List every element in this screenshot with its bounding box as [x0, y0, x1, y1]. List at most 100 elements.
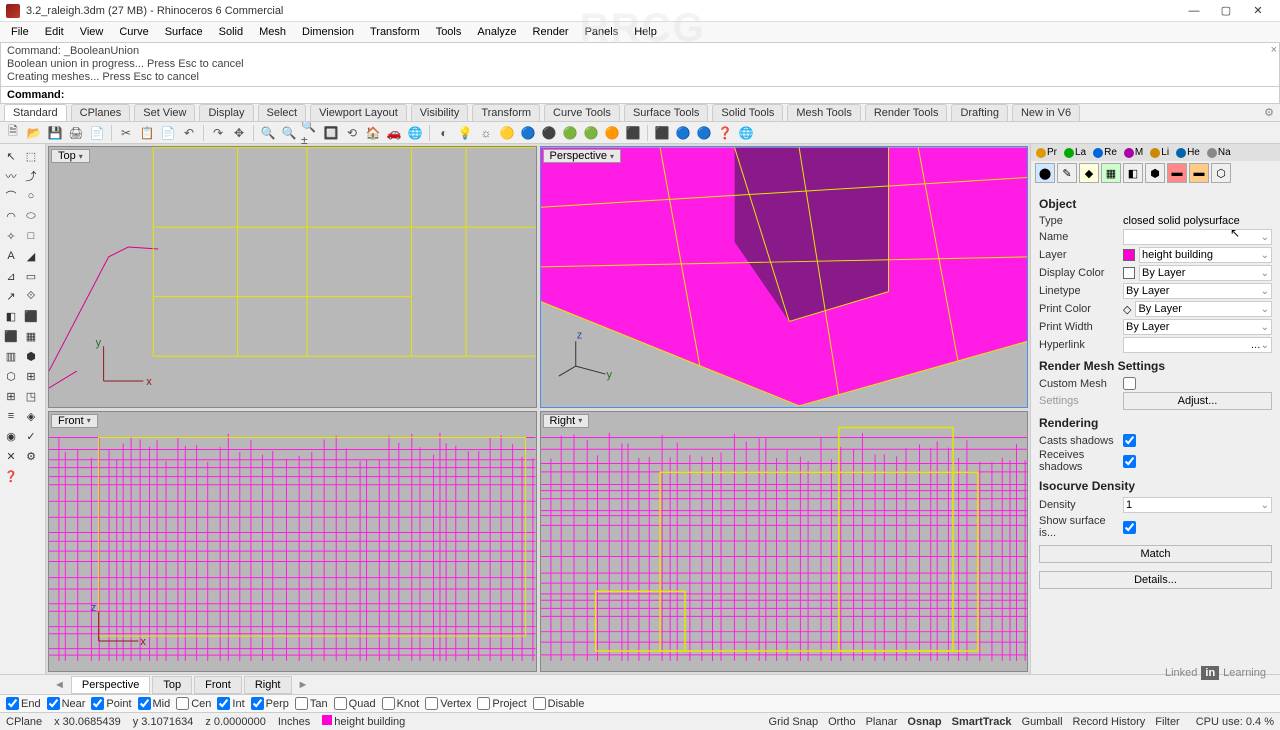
menu-edit[interactable]: Edit — [38, 24, 71, 40]
cylinder-icon[interactable]: ⬡ — [1211, 163, 1231, 183]
viewport-label-perspective[interactable]: Perspective▾ — [543, 149, 622, 163]
left-tool-30[interactable]: ✕ — [2, 447, 20, 465]
toolbar-icon-1[interactable]: 📂 — [25, 124, 43, 142]
toolbar-icon-24[interactable]: ⚫ — [540, 124, 558, 142]
osnap-perp[interactable]: Perp — [251, 697, 289, 710]
material-icon[interactable]: ✎ — [1057, 163, 1077, 183]
osnap-quad[interactable]: Quad — [334, 697, 376, 710]
left-tool-17[interactable]: ⬛ — [22, 307, 40, 325]
panel-tab-m[interactable]: M — [1121, 146, 1146, 159]
left-tool-12[interactable]: ⊿ — [2, 267, 20, 285]
left-tool-10[interactable]: A — [2, 247, 20, 265]
toolbar-icon-20[interactable]: 💡 — [456, 124, 474, 142]
linetype-dropdown[interactable]: By Layer — [1123, 283, 1272, 299]
osnap-project[interactable]: Project — [477, 697, 526, 710]
receives-checkbox[interactable] — [1123, 455, 1136, 468]
casts-checkbox[interactable] — [1123, 434, 1136, 447]
mapping-icon[interactable]: ▦ — [1101, 163, 1121, 183]
left-tool-0[interactable]: ↖ — [2, 147, 20, 165]
status-toggle-ortho[interactable]: Ortho — [824, 716, 860, 728]
command-line[interactable]: Command: — [0, 87, 1280, 104]
viewport-perspective[interactable]: Perspective▾ — [540, 146, 1029, 408]
left-tool-9[interactable]: □ — [22, 227, 40, 245]
osnap-disable[interactable]: Disable — [533, 697, 585, 710]
panel-tab-li[interactable]: Li — [1147, 146, 1172, 159]
toolbar-icon-0[interactable]: 🗎 — [4, 124, 22, 142]
menu-tools[interactable]: Tools — [429, 24, 469, 40]
ribbon-tab-standard[interactable]: Standard — [4, 104, 67, 121]
left-tool-1[interactable]: ⬚ — [22, 147, 40, 165]
toolbar-icon-17[interactable]: 🚗 — [385, 124, 403, 142]
left-tool-8[interactable]: ✧ — [2, 227, 20, 245]
left-tool-24[interactable]: ⊞ — [2, 387, 20, 405]
left-tool-20[interactable]: ▥ — [2, 347, 20, 365]
viewport-front[interactable]: Front▾ x z — [48, 411, 537, 673]
ribbon-tab-drafting[interactable]: Drafting — [951, 104, 1008, 121]
toolbar-icon-6[interactable]: 📋 — [138, 124, 156, 142]
toolbar-icon-23[interactable]: 🔵 — [519, 124, 537, 142]
left-tool-11[interactable]: ◢ — [22, 247, 40, 265]
toolbar-icon-7[interactable]: 📄 — [159, 124, 177, 142]
menu-surface[interactable]: Surface — [158, 24, 210, 40]
ribbon-tab-curve-tools[interactable]: Curve Tools — [544, 104, 620, 121]
status-toggle-record-history[interactable]: Record History — [1069, 716, 1150, 728]
viewport-label-top[interactable]: Top▾ — [51, 149, 90, 163]
toolbar-icon-31[interactable]: 🔵 — [695, 124, 713, 142]
toolbar-icon-26[interactable]: 🟢 — [582, 124, 600, 142]
hyperlink-input[interactable]: … — [1123, 337, 1272, 353]
panel-tab-pr[interactable]: Pr — [1033, 146, 1060, 159]
osnap-end[interactable]: End — [6, 697, 41, 710]
menu-transform[interactable]: Transform — [363, 24, 427, 40]
density-input[interactable]: 1 — [1123, 497, 1272, 513]
left-tool-26[interactable]: ≡ — [2, 407, 20, 425]
left-tool-6[interactable]: ◠ — [2, 207, 20, 225]
command-input[interactable] — [70, 89, 1273, 101]
chevron-down-icon[interactable]: ▾ — [79, 152, 83, 161]
toolbar-icon-3[interactable]: 🖨 — [67, 124, 85, 142]
ribbon-tab-cplanes[interactable]: CPlanes — [71, 104, 131, 121]
osnap-near[interactable]: Near — [47, 697, 86, 710]
left-tool-29[interactable]: ✓ — [22, 427, 40, 445]
status-layer[interactable]: height building — [322, 715, 405, 728]
left-tool-18[interactable]: ⬛ — [2, 327, 20, 345]
left-tool-28[interactable]: ◉ — [2, 427, 20, 445]
left-tool-31[interactable]: ⚙ — [22, 447, 40, 465]
chevron-down-icon[interactable]: ▾ — [87, 416, 91, 425]
status-toggle-gumball[interactable]: Gumball — [1018, 716, 1067, 728]
close-button[interactable]: ✕ — [1242, 2, 1274, 20]
ribbon-tab-viewport-layout[interactable]: Viewport Layout — [310, 104, 407, 121]
left-tool-25[interactable]: ◳ — [22, 387, 40, 405]
ribbon-tab-transform[interactable]: Transform — [472, 104, 540, 121]
toolbar-icon-33[interactable]: 🌐 — [737, 124, 755, 142]
status-toggle-planar[interactable]: Planar — [862, 716, 902, 728]
left-tool-3[interactable]: ⤴ — [22, 167, 40, 185]
toolbar-icon-13[interactable]: 🔍± — [301, 124, 319, 142]
edge-icon[interactable]: ⬢ — [1145, 163, 1165, 183]
ribbon-tab-surface-tools[interactable]: Surface Tools — [624, 104, 708, 121]
toolbar-icon-27[interactable]: 🟠 — [603, 124, 621, 142]
toolbar-icon-18[interactable]: 🌐 — [406, 124, 424, 142]
shade-icon[interactable]: ▬ — [1189, 163, 1209, 183]
toolbar-icon-16[interactable]: 🏠 — [364, 124, 382, 142]
menu-help[interactable]: Help — [627, 24, 664, 40]
ribbon-tab-new-in-v6[interactable]: New in V6 — [1012, 104, 1080, 121]
osnap-mid[interactable]: Mid — [138, 697, 171, 710]
ribbon-tab-solid-tools[interactable]: Solid Tools — [712, 104, 783, 121]
toolbar-icon-15[interactable]: ⟲ — [343, 124, 361, 142]
toolbar-icon-19[interactable]: ◐ — [435, 124, 453, 142]
osnap-knot[interactable]: Knot — [382, 697, 420, 710]
ribbon-tab-display[interactable]: Display — [199, 104, 253, 121]
left-tool-14[interactable]: ↗ — [2, 287, 20, 305]
menu-mesh[interactable]: Mesh — [252, 24, 293, 40]
menu-view[interactable]: View — [73, 24, 111, 40]
osnap-point[interactable]: Point — [91, 697, 131, 710]
left-tool-23[interactable]: ⊞ — [22, 367, 40, 385]
osnap-vertex[interactable]: Vertex — [425, 697, 471, 710]
left-tool-2[interactable]: 〰 — [2, 167, 20, 185]
left-tool-4[interactable]: ⌒ — [2, 187, 20, 205]
osnap-int[interactable]: Int — [217, 697, 244, 710]
ribbon-tab-visibility[interactable]: Visibility — [411, 104, 469, 121]
toolbar-icon-14[interactable]: 🔲 — [322, 124, 340, 142]
viewport-right[interactable]: Right▾ — [540, 411, 1029, 673]
gear-icon[interactable]: ⚙ — [1264, 106, 1274, 119]
